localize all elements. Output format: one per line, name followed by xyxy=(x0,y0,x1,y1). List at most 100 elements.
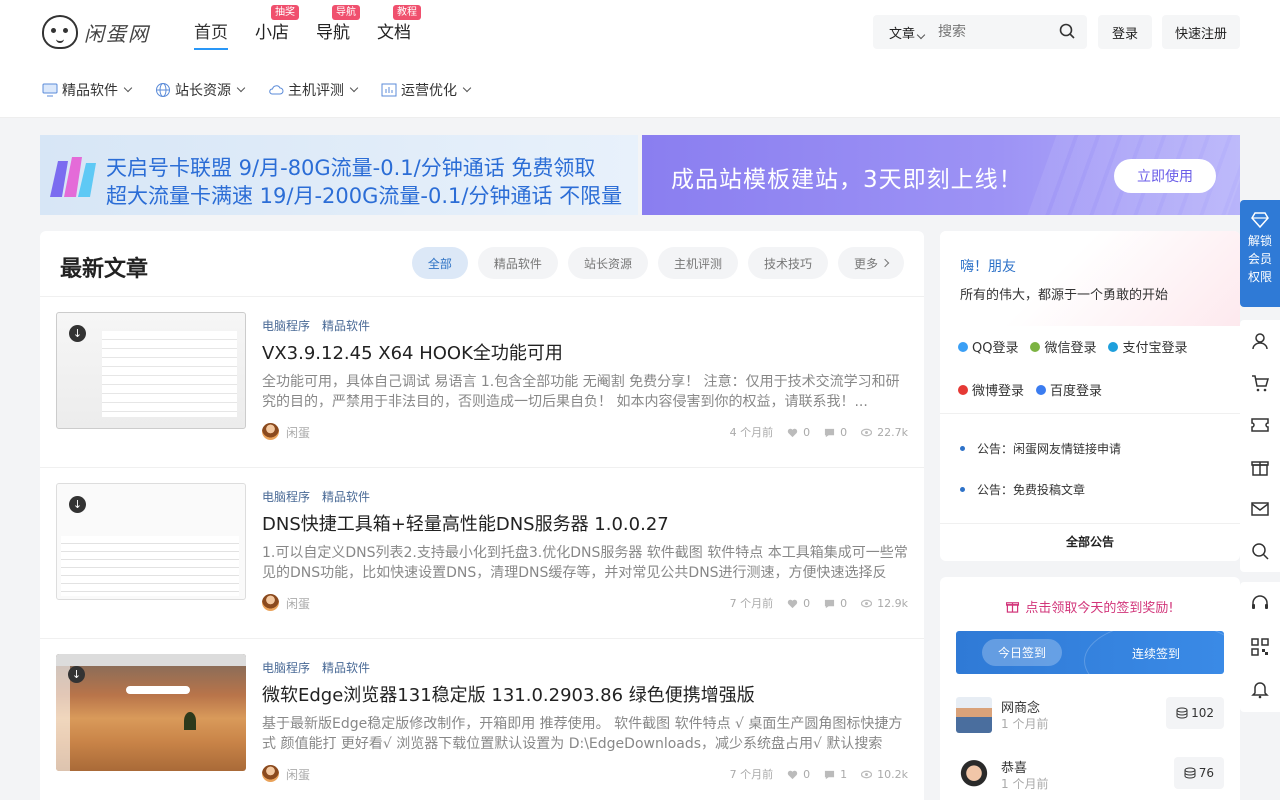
notice-item[interactable]: 公告：免费投稿文章 xyxy=(960,481,1085,498)
greeting-area: 嗨！朋友 所有的伟大，都源于一个勇敢的开始 xyxy=(940,231,1240,326)
use-now-button[interactable]: 立即使用 xyxy=(1114,159,1216,193)
all-notices-link[interactable]: 全部公告 xyxy=(940,533,1240,550)
search-type-select[interactable]: 文章 xyxy=(873,23,930,42)
qrcode-icon[interactable] xyxy=(1250,637,1270,657)
author-avatar[interactable] xyxy=(262,423,279,440)
article-item[interactable]: ↓ 电脑程序 精品软件 微软Edge浏览器131稳定版 131.0.2903.86… xyxy=(40,639,924,800)
register-button[interactable]: 快速注册 xyxy=(1162,15,1240,49)
likes-value: 0 xyxy=(803,596,811,610)
category-link[interactable]: 精品软件 xyxy=(322,659,370,676)
author-name[interactable]: 闲蛋 xyxy=(286,424,310,441)
category-link[interactable]: 电脑程序 xyxy=(262,488,310,505)
article-thumbnail[interactable]: ↓ xyxy=(56,654,246,771)
search-box: 文章 xyxy=(873,15,1087,49)
checkin-streak-button[interactable]: 连续签到 xyxy=(1132,645,1180,662)
views-value: 10.2k xyxy=(877,767,908,781)
tab-more[interactable]: 更多 xyxy=(837,247,904,279)
author-avatar[interactable] xyxy=(262,594,279,611)
monitor-icon xyxy=(42,83,58,97)
wechat-login-button[interactable]: 微信登录 xyxy=(1030,339,1096,356)
nav-shop-label: 小店 xyxy=(255,23,289,43)
tab-software[interactable]: 精品软件 xyxy=(477,247,558,279)
nav-shop[interactable]: 小店 抽奖 xyxy=(255,5,299,50)
avatar[interactable] xyxy=(956,757,992,793)
category-link[interactable]: 精品软件 xyxy=(322,317,370,334)
subnav-software[interactable]: 精品软件 xyxy=(42,80,133,100)
article-thumbnail[interactable]: ↓ xyxy=(56,483,246,600)
tab-resources[interactable]: 站长资源 xyxy=(567,247,648,279)
social-login-list: QQ登录 微信登录 支付宝登录 微博登录 百度登录 xyxy=(958,339,1228,399)
article-categories: 电脑程序 精品软件 xyxy=(262,317,370,334)
tree-decoration xyxy=(184,712,196,730)
article-title[interactable]: VX3.9.12.45 X64 HOOK全功能可用 xyxy=(262,339,563,365)
user-card: 嗨！朋友 所有的伟大，都源于一个勇敢的开始 QQ登录 微信登录 支付宝登录 微博… xyxy=(940,231,1240,561)
article-stats: 7 个月前 0 0 12.9k xyxy=(730,595,908,611)
checkin-today-button[interactable]: 今日签到 xyxy=(982,639,1062,666)
baidu-login-button[interactable]: 百度登录 xyxy=(1036,382,1102,399)
heart-icon xyxy=(787,428,798,437)
checkin-user[interactable]: 网商念 1 个月前 102 xyxy=(956,697,1224,743)
heart-icon xyxy=(787,599,798,608)
chevron-down-icon xyxy=(123,83,133,93)
tab-all[interactable]: 全部 xyxy=(411,247,468,279)
browser-toolbar-decoration xyxy=(56,654,246,666)
nav-docs[interactable]: 文档 教程 xyxy=(377,5,421,50)
article-item[interactable]: ↓ 电脑程序 精品软件 VX3.9.12.45 X64 HOOK全功能可用 全功能… xyxy=(40,297,924,468)
article-excerpt: 基于最新版Edge稳定版修改制作，开箱即用 推荐使用。 软件截图 软件特点 √ … xyxy=(262,716,903,752)
latest-articles-header: 最新文章 全部 精品软件 站长资源 主机评测 技术技巧 更多 xyxy=(40,231,924,297)
panda-logo-icon xyxy=(42,15,78,49)
ticket-icon[interactable] xyxy=(1250,415,1270,435)
diamond-icon xyxy=(1251,212,1269,228)
article-title[interactable]: DNS快捷工具箱+轻量高性能DNS服务器 1.0.0.27 xyxy=(262,510,669,536)
alipay-login-button[interactable]: 支付宝登录 xyxy=(1108,339,1188,356)
bell-icon[interactable] xyxy=(1250,679,1270,699)
category-link[interactable]: 电脑程序 xyxy=(262,317,310,334)
search-icon[interactable] xyxy=(1059,23,1075,39)
subnav-hosting[interactable]: 主机评测 xyxy=(268,80,359,100)
category-link[interactable]: 精品软件 xyxy=(322,488,370,505)
author-name[interactable]: 闲蛋 xyxy=(286,595,310,612)
login-button[interactable]: 登录 xyxy=(1098,15,1152,49)
subnav-operations[interactable]: 运营优化 xyxy=(381,80,472,100)
search-icon[interactable] xyxy=(1250,541,1270,561)
nav-guide[interactable]: 导航 导航 xyxy=(316,5,360,50)
comments-value: 1 xyxy=(840,767,848,781)
avatar[interactable] xyxy=(956,697,992,733)
checkin-user[interactable]: 恭喜 1 个月前 76 xyxy=(956,757,1224,800)
banner-template-site[interactable]: 成品站模板建站，3天即刻上线！ 立即使用 xyxy=(642,135,1240,215)
category-link[interactable]: 电脑程序 xyxy=(262,659,310,676)
checkin-card: 点击领取今天的签到奖励! 今日签到 连续签到 网商念 1 个月前 102 恭喜 … xyxy=(940,577,1240,800)
article-thumbnail[interactable]: ↓ xyxy=(56,312,246,429)
notice-item[interactable]: 公告：闲蛋网友情链接申请 xyxy=(960,440,1121,457)
download-icon: ↓ xyxy=(68,666,85,683)
tab-hosting[interactable]: 主机评测 xyxy=(657,247,738,279)
nav-docs-badge: 教程 xyxy=(393,5,421,20)
checkin-tip[interactable]: 点击领取今天的签到奖励! xyxy=(940,597,1240,616)
site-logo[interactable]: 闲蛋网 xyxy=(42,12,162,52)
banner-sim-card[interactable]: 天启号卡联盟 9/月-80G流量-0.1/分钟通话 免费领取 超大流量卡满速 1… xyxy=(40,135,638,215)
user-name[interactable]: 网商念 xyxy=(1001,697,1040,716)
headset-icon[interactable] xyxy=(1250,593,1270,613)
author-name[interactable]: 闲蛋 xyxy=(286,766,310,783)
banner-sim-line1: 天启号卡联盟 9/月-80G流量-0.1/分钟通话 免费领取 xyxy=(106,156,596,180)
unlock-vip-button[interactable]: 解锁会员权限 xyxy=(1240,200,1280,307)
article-title[interactable]: 微软Edge浏览器131稳定版 131.0.2903.86 绿色便携增强版 xyxy=(262,681,755,707)
qq-icon xyxy=(958,341,968,352)
user-icon[interactable] xyxy=(1250,331,1270,351)
user-name[interactable]: 恭喜 xyxy=(1001,757,1027,776)
gift-icon[interactable] xyxy=(1250,457,1270,477)
cart-icon[interactable] xyxy=(1250,373,1270,393)
comment-icon xyxy=(825,770,835,779)
search-input[interactable] xyxy=(938,24,1049,40)
author-avatar[interactable] xyxy=(262,765,279,782)
mail-icon[interactable] xyxy=(1250,499,1270,519)
tab-tips[interactable]: 技术技巧 xyxy=(747,247,828,279)
qq-login-button[interactable]: QQ登录 xyxy=(958,339,1018,356)
subnav-resources[interactable]: 站长资源 xyxy=(155,80,246,100)
weibo-login-button[interactable]: 微博登录 xyxy=(958,382,1024,399)
article-item[interactable]: ↓ 电脑程序 精品软件 DNS快捷工具箱+轻量高性能DNS服务器 1.0.0.27… xyxy=(40,468,924,639)
latest-articles-panel: 最新文章 全部 精品软件 站长资源 主机评测 技术技巧 更多 ↓ 电脑程序 精品软… xyxy=(40,231,924,800)
nav-home[interactable]: 首页 xyxy=(194,22,228,50)
article-meta: 闲蛋 7 个月前 0 0 12.9k xyxy=(262,594,908,612)
alipay-login-label: 支付宝登录 xyxy=(1122,341,1188,356)
